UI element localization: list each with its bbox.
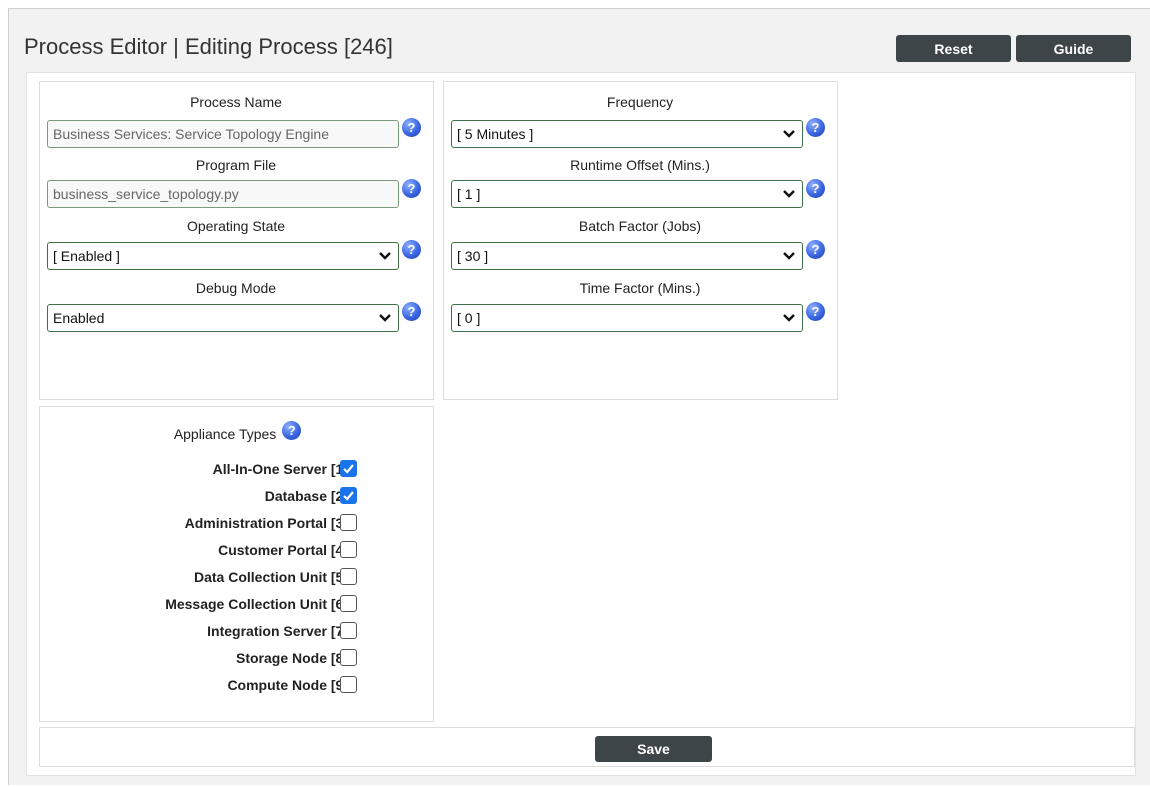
help-icon[interactable]: ? [806, 179, 825, 198]
appliance-type-checkbox[interactable] [340, 595, 357, 612]
debug-mode-select[interactable]: Enabled [47, 304, 399, 332]
appliance-type-row[interactable]: All-In-One Server [1] [213, 459, 348, 479]
runtime-offset-value: [ 1 ] [457, 186, 481, 202]
help-icon[interactable]: ? [402, 179, 421, 198]
appliance-type-label: Administration Portal [3] [184, 515, 348, 531]
chevron-down-icon [783, 314, 795, 322]
runtime-offset-label: Runtime Offset (Mins.) [570, 157, 710, 173]
appliance-type-checkbox[interactable] [340, 676, 357, 693]
appliance-type-checkbox[interactable] [340, 649, 357, 666]
reset-button[interactable]: Reset [896, 35, 1011, 62]
appliance-type-row[interactable]: Compute Node [9] [227, 675, 348, 695]
program-file-input[interactable]: business_service_topology.py [47, 180, 399, 208]
appliance-type-checkbox[interactable] [340, 622, 357, 639]
guide-button[interactable]: Guide [1016, 35, 1131, 62]
appliance-types-panel: Appliance Types ? All-In-One Server [1] D… [39, 406, 434, 722]
chevron-down-icon [783, 130, 795, 138]
frequency-select[interactable]: [ 5 Minutes ] [451, 120, 803, 148]
chevron-down-icon [379, 314, 391, 322]
appliance-type-label: Customer Portal [4] [218, 542, 348, 558]
batch-factor-select[interactable]: [ 30 ] [451, 242, 803, 270]
editor-form: Process Name Business Services: Service … [26, 72, 1136, 776]
appliance-types-heading: Appliance Types ? [40, 421, 433, 444]
debug-mode-label: Debug Mode [195, 280, 277, 296]
process-name-input[interactable]: Business Services: Service Topology Engi… [47, 120, 399, 148]
batch-factor-label: Batch Factor (Jobs) [578, 218, 702, 234]
appliance-type-row[interactable]: Message Collection Unit [6] [165, 594, 348, 614]
appliance-type-label: Data Collection Unit [5] [193, 569, 348, 585]
help-icon[interactable]: ? [402, 240, 421, 259]
help-icon[interactable]: ? [806, 302, 825, 321]
check-icon [343, 464, 354, 474]
schedule-fields-panel: Frequency [ 5 Minutes ] ? Runtime Offset… [443, 81, 838, 400]
debug-mode-value: Enabled [53, 310, 105, 326]
operating-state-label: Operating State [186, 218, 286, 234]
frequency-value: [ 5 Minutes ] [457, 126, 534, 142]
appliance-type-label: Message Collection Unit [6] [165, 596, 348, 612]
appliance-type-checkbox[interactable] [340, 541, 357, 558]
appliance-type-checkbox[interactable] [340, 487, 357, 504]
appliance-type-row[interactable]: Storage Node [8] [236, 648, 348, 668]
check-icon [343, 491, 354, 501]
appliance-type-label: Database [2] [264, 488, 348, 504]
chevron-down-icon [379, 252, 391, 260]
help-icon[interactable]: ? [806, 240, 825, 259]
page-title: Process Editor | Editing Process [246] [24, 34, 393, 59]
operating-state-value: [ Enabled ] [53, 248, 120, 264]
save-button[interactable]: Save [595, 736, 712, 762]
appliance-type-row[interactable]: Customer Portal [4] [218, 540, 348, 560]
appliance-type-checkbox[interactable] [340, 460, 357, 477]
help-icon[interactable]: ? [402, 118, 421, 137]
time-factor-label: Time Factor (Mins.) [579, 280, 701, 296]
appliance-type-row[interactable]: Administration Portal [3] [185, 513, 348, 533]
runtime-offset-select[interactable]: [ 1 ] [451, 180, 803, 208]
help-icon[interactable]: ? [402, 302, 421, 321]
appliance-type-checkbox[interactable] [340, 568, 357, 585]
appliance-type-label: Integration Server [7] [207, 623, 348, 639]
appliance-types-label: Appliance Types [173, 426, 277, 442]
appliance-type-label: Storage Node [8] [235, 650, 348, 666]
operating-state-select[interactable]: [ Enabled ] [47, 242, 399, 270]
appliance-type-checkbox[interactable] [340, 514, 357, 531]
appliance-type-row[interactable]: Data Collection Unit [5] [194, 567, 348, 587]
appliance-type-label: All-In-One Server [1] [212, 461, 348, 477]
chevron-down-icon [783, 190, 795, 198]
program-file-label: Program File [195, 157, 277, 173]
time-factor-value: [ 0 ] [457, 310, 481, 326]
batch-factor-value: [ 30 ] [457, 248, 489, 264]
frequency-label: Frequency [606, 94, 674, 110]
chevron-down-icon [783, 252, 795, 260]
form-footer: Save [39, 727, 1135, 767]
process-fields-panel: Process Name Business Services: Service … [39, 81, 434, 400]
time-factor-select[interactable]: [ 0 ] [451, 304, 803, 332]
help-icon[interactable]: ? [806, 118, 825, 137]
appliance-type-row[interactable]: Integration Server [7] [207, 621, 348, 641]
appliance-type-label: Compute Node [9] [227, 677, 348, 693]
help-icon[interactable]: ? [282, 421, 302, 440]
process-name-label: Process Name [190, 94, 282, 110]
appliance-type-row[interactable]: Database [2] [265, 486, 348, 506]
